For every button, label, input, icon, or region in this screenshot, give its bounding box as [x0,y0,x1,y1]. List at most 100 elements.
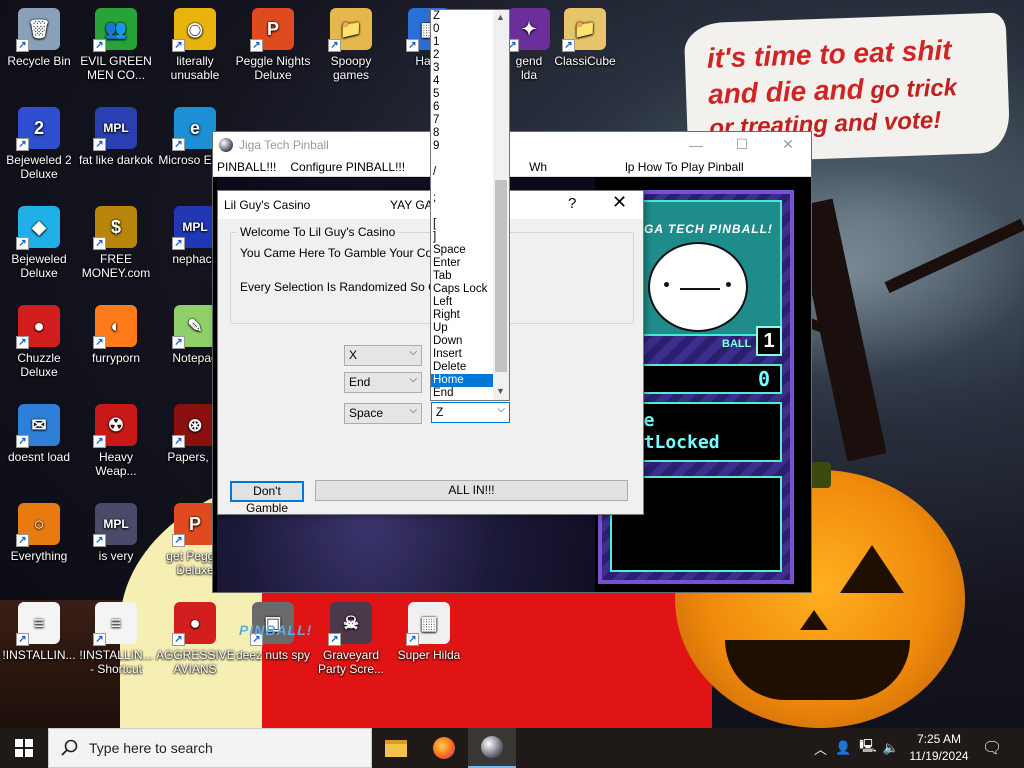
dropdown-option[interactable]: 9 [431,140,493,153]
dropdown-option[interactable]: 7 [431,114,493,127]
dropdown-option[interactable]: 1 [431,36,493,49]
people-icon[interactable]: 👤 [835,740,851,756]
pinball-taskbar-button[interactable] [468,728,516,768]
desktop-icon[interactable]: ≡ ↗ !INSTALLIN... - Shortcut [77,602,155,676]
scrollbar-thumb[interactable] [495,180,507,372]
dropdown-option[interactable]: 4 [431,75,493,88]
evil-green-men-icon: 👥 ↗ [93,8,137,52]
dropdown-option[interactable]: Space [431,244,493,257]
desktop-icon[interactable]: MPL ↗ fat like darkok [77,107,155,167]
dropdown-option[interactable] [431,205,493,218]
dropdown-option[interactable]: 6 [431,101,493,114]
dropdown-option[interactable]: Tab [431,270,493,283]
key-select-3[interactable]: Space ⌵ [344,403,422,424]
desktop-icon[interactable]: ◆ ↗ Bejeweled Deluxe [0,206,78,280]
dropdown-option[interactable]: Enter [431,257,493,270]
pinball-titlebar[interactable]: Jiga Tech Pinball — ☐ ✕ [213,132,811,157]
key-dropdown-list[interactable]: Z 0 1 2 3 4 5 6 7 8 9 /; [] Space Enter Tab Caps Lock Lef… [430,9,510,401]
desktop-icon[interactable]: ● ↗ AGGRESSIVE AVIANS [156,602,235,676]
desktop-icon-label: literally unusable [170,54,220,82]
desktop-icon[interactable]: ◉ ↗ literally unusable [156,8,234,82]
firefox-taskbar-button[interactable] [420,728,468,768]
desktop-icon[interactable]: ≡ ↗ !INSTALLIN... [0,602,78,662]
shortcut-arrow-icon: ↗ [93,138,106,151]
dropdown-option[interactable]: Down [431,335,493,348]
dropdown-option[interactable]: Insert [431,348,493,361]
shortcut-arrow-icon: ↗ [16,336,29,349]
windows-logo-icon [15,739,33,757]
dropdown-option[interactable]: [ [431,218,493,231]
dropdown-option[interactable]: 5 [431,88,493,101]
desktop-icon[interactable]: $ ↗ FREE MONEY.com [77,206,155,280]
help-icon[interactable]: ? [568,195,576,212]
chevron-up-icon[interactable]: ︿ [814,739,827,758]
text-file-icon: ≡ ↗ [93,602,137,646]
chrome-icon: ◉ ↗ [172,8,216,52]
dropdown-option[interactable]: ; [431,192,493,205]
dropdown-option[interactable]: / [431,166,493,179]
shortcut-arrow-icon: ↗ [93,534,106,547]
desktop-icon[interactable]: 📁 ↗ Spoopy games [312,8,390,82]
desktop-icon-label: Graveyard Party Scre... [317,648,385,676]
desktop-icon[interactable]: ☠ ↗ Graveyard Party Scre... [312,602,390,676]
dropdown-option[interactable]: Delete [431,361,493,374]
desktop-icon[interactable]: 🗑 ↗ Recycle Bin [0,8,78,68]
menu-what[interactable]: Wh [529,160,547,174]
close-icon[interactable]: ✕ [612,192,627,213]
start-button[interactable] [0,728,48,768]
dropdown-option[interactable]: Right [431,309,493,322]
desktop-icon[interactable]: 👥 ↗ EVIL GREEN MEN CO... [77,8,155,82]
dropdown-option[interactable]: 0 [431,23,493,36]
scroll-down-icon[interactable]: ▼ [496,386,505,396]
menu-configure[interactable]: Configure PINBALL!!! [290,160,405,174]
dont-gamble-button[interactable]: Don't Gamble [230,481,304,515]
dropdown-option[interactable] [431,153,493,166]
papers-please-icon: ⊛ ↗ [172,404,216,448]
dropdown-option[interactable]: 3 [431,62,493,75]
desktop-icon[interactable]: 2 ↗ Bejeweled 2 Deluxe [0,107,78,181]
shortcut-arrow-icon: ↗ [16,39,29,52]
desktop-icon[interactable]: ◐ ↗ furryporn [77,305,155,365]
maximize-icon[interactable]: ☐ [719,132,765,157]
desktop-icon[interactable]: ☢ ↗ Heavy Weap... [77,404,155,478]
desktop-icon[interactable]: ▦ ↗ Super Hilda [390,602,468,662]
minimize-icon[interactable]: — [673,132,719,157]
desktop-icon-label: doesnt load [7,450,71,464]
desktop-icon[interactable]: 📁 ↗ ClassiCube [546,8,624,68]
notification-button[interactable]: 🗨 [982,728,1002,768]
file-explorer-taskbar-button[interactable] [372,728,420,768]
key-select-1[interactable]: X ⌵ [344,345,422,366]
menu-help[interactable]: lp How To Play Pinball [625,160,744,174]
dropdown-option[interactable]: Page Up [431,400,493,401]
dropdown-option[interactable]: Z [431,10,493,23]
dropdown-option[interactable]: 8 [431,127,493,140]
desktop-icon[interactable]: P ↗ Peggle Nights Deluxe [234,8,312,82]
network-icon[interactable]: 🖳 [859,737,876,759]
shortcut-arrow-icon: ↗ [16,435,29,448]
volume-icon[interactable]: 🔈 [883,740,899,756]
desktop-icon[interactable]: ○ ↗ Everything [0,503,78,563]
dropdown-option[interactable]: Up [431,322,493,335]
close-icon[interactable]: ✕ [765,132,811,157]
dropdown-option[interactable]: 2 [431,49,493,62]
desktop-icon[interactable]: MPL ↗ is very [77,503,155,563]
key-select-2[interactable]: End ⌵ [344,372,422,393]
desktop-icon[interactable]: ✉ ↗ doesnt load [0,404,78,464]
dropdown-option[interactable]: ] [431,231,493,244]
dropdown-option[interactable]: End [431,387,493,400]
dropdown-option[interactable]: Caps Lock [431,283,493,296]
menu-pinball[interactable]: PINBALL!!! [217,160,276,174]
all-in-button[interactable]: ALL IN!!! [315,480,628,501]
dropdown-scrollbar[interactable]: ▲ ▼ [493,10,509,400]
dropdown-option[interactable] [431,179,493,192]
dropdown-option[interactable]: Left [431,296,493,309]
taskbar-search-box[interactable]: Type here to search [48,728,372,768]
desktop-icon-label: FREE MONEY.com [81,252,151,280]
dropdown-option[interactable]: Home [431,374,493,387]
desktop-icon-label: fat like darkok [78,153,154,167]
desktop-icon-label: Everything [10,549,68,563]
taskbar-clock[interactable]: 7:25 AM 11/19/2024 [904,731,974,765]
desktop-icon[interactable]: ● ↗ Chuzzle Deluxe [0,305,78,379]
key-select-4[interactable]: Z ⌵ [431,402,510,423]
scroll-up-icon[interactable]: ▲ [496,12,505,22]
